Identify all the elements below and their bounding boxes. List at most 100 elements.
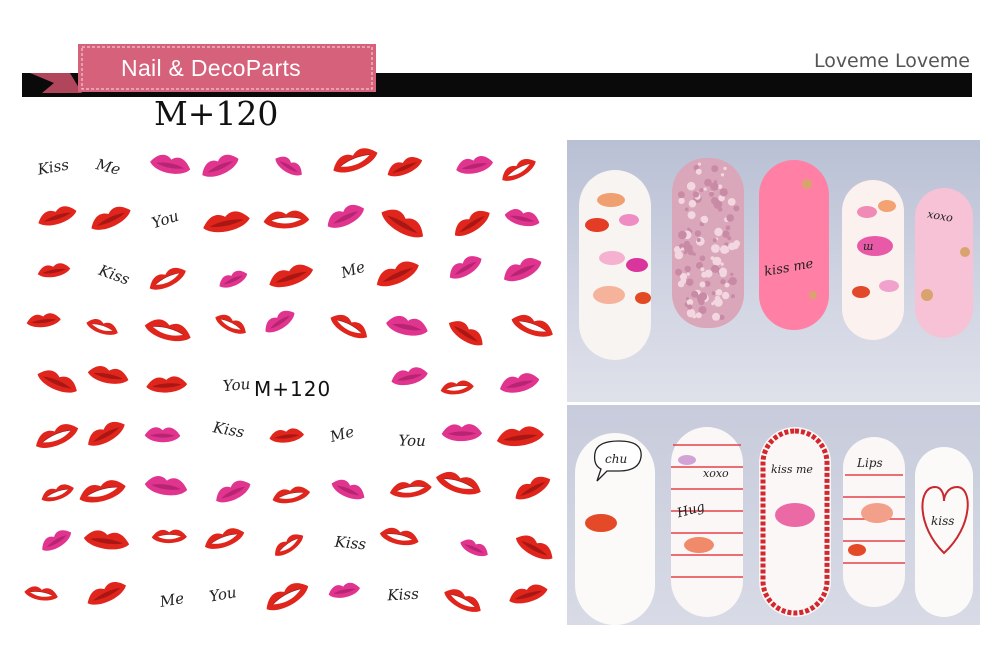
- lip-sticker-red: [36, 261, 72, 280]
- nail-heart: kiss: [915, 447, 973, 617]
- lip-sticker-teeth: [270, 529, 307, 561]
- lip-sticker-red: [372, 256, 423, 292]
- lip-sticker-pink: [143, 474, 189, 498]
- lip-sticker-teeth: [433, 467, 485, 500]
- lip-sticker-teeth: [508, 310, 555, 342]
- lip-sticker-red: [495, 424, 546, 449]
- nail-striped: xoxo Hug: [671, 427, 743, 617]
- sticker-sheet: Kiss Me You Kiss Me You Kiss Me You Kiss Me You Kiss…: [20, 140, 555, 624]
- nail-photo-top: kiss me ɯ xoxo: [567, 140, 980, 402]
- lip-sticker-teeth: [498, 154, 540, 186]
- script-word: Me: [158, 589, 186, 611]
- lip-sticker-pink: [198, 150, 242, 182]
- script-word: Kiss: [35, 155, 70, 178]
- nail-pink-kiss-me: kiss me: [759, 160, 829, 330]
- nail-chu: chu: [575, 433, 655, 625]
- lip-sticker-teeth: [201, 523, 248, 554]
- lip-sticker-teeth: [212, 310, 250, 339]
- script-word: Me: [93, 155, 122, 179]
- lip-sticker-pink: [384, 313, 430, 339]
- lip-sticker-teeth: [76, 476, 129, 508]
- lip-sticker-teeth: [151, 529, 188, 544]
- lip-sticker-teeth: [440, 584, 485, 618]
- script-word: Me: [338, 258, 368, 283]
- lip-sticker-teeth: [326, 309, 372, 344]
- lip-sticker-teeth: [270, 483, 312, 507]
- lip-sticker-pink: [503, 206, 542, 230]
- svg-text:ɯ: ɯ: [863, 240, 873, 253]
- lip-sticker-red: [83, 416, 129, 451]
- lip-sticker-pink: [500, 253, 545, 287]
- lip-sticker-pink: [144, 427, 181, 443]
- lip-sticker-red: [450, 205, 494, 242]
- lip-sticker-red: [145, 375, 188, 394]
- lip-sticker-pink: [148, 152, 193, 178]
- nail-glitter: [672, 158, 744, 328]
- nail-text-xoxo-2: xoxo: [703, 467, 729, 480]
- lip-sticker-pink: [441, 423, 483, 442]
- lip-sticker-teeth: [378, 525, 421, 549]
- lip-sticker-teeth: [31, 419, 82, 454]
- nail-white-lips-2: ɯ: [842, 180, 904, 340]
- nail-light-pink-xoxo: xoxo: [915, 188, 973, 338]
- script-word: Kiss: [333, 533, 367, 554]
- lip-sticker-red: [25, 311, 62, 330]
- lip-sticker-pink: [272, 152, 306, 180]
- lip-sticker-red: [511, 472, 554, 505]
- ribbon-label: Nail & DecoParts: [121, 55, 301, 81]
- lip-sticker-teeth: [145, 263, 190, 295]
- script-word: You: [398, 431, 426, 449]
- nail-lips-striped: Lips: [843, 437, 905, 607]
- lip-sticker-teeth: [261, 576, 313, 617]
- lip-sticker-pink: [458, 536, 491, 560]
- lip-sticker-red: [266, 260, 316, 293]
- lip-sticker-pink: [327, 580, 362, 601]
- lip-sticker-teeth: [142, 315, 194, 346]
- lip-sticker-red: [86, 363, 131, 387]
- lip-sticker-teeth: [84, 315, 121, 339]
- lip-sticker-red: [384, 153, 425, 181]
- nail-text-kiss-me-2: kiss me: [771, 463, 813, 476]
- lip-sticker-pink: [216, 267, 250, 292]
- lip-sticker-red: [82, 528, 131, 553]
- script-word: You: [208, 583, 238, 605]
- nail-rhinestone: kiss me: [759, 427, 831, 617]
- lip-sticker-red: [506, 581, 550, 608]
- lip-sticker-teeth: [439, 378, 475, 397]
- lip-sticker-red: [445, 315, 488, 351]
- lip-sticker-red: [201, 208, 252, 237]
- lip-sticker-red: [83, 577, 129, 610]
- lip-sticker-red: [34, 366, 81, 398]
- script-word: Kiss: [386, 585, 420, 605]
- lip-sticker-pink: [445, 251, 486, 284]
- lip-sticker-red: [512, 530, 555, 565]
- nail-white-lips: [579, 170, 651, 360]
- nail-text-lips: Lips: [856, 456, 883, 470]
- nail-text-kiss: kiss: [931, 514, 954, 528]
- lip-sticker-teeth: [38, 480, 77, 506]
- lip-sticker-teeth: [23, 584, 60, 604]
- product-code: M+120: [154, 94, 279, 133]
- lip-sticker-red: [268, 427, 305, 445]
- lip-sticker-teeth: [262, 209, 311, 230]
- lip-sticker-teeth: [388, 477, 434, 501]
- nail-text-chu: chu: [605, 452, 627, 466]
- lip-sticker-teeth: [329, 143, 381, 179]
- lip-sticker-red: [377, 203, 429, 244]
- lip-sticker-pink: [329, 475, 368, 504]
- lip-sticker-red: [35, 202, 79, 230]
- script-word: Kiss: [211, 418, 246, 441]
- script-word: You: [149, 207, 181, 233]
- lip-sticker-pink: [212, 476, 254, 508]
- lip-sticker-pink: [323, 200, 368, 234]
- lip-sticker-pink: [261, 306, 298, 337]
- brand-name: Loveme Loveme: [813, 50, 970, 72]
- lip-sticker-pink: [454, 153, 495, 177]
- lip-sticker-pink: [38, 525, 75, 556]
- sticker-code-label: M+120: [252, 377, 334, 401]
- lip-sticker-pink: [389, 364, 430, 389]
- lip-sticker-pink: [497, 370, 542, 397]
- nail-photo-bottom: chu xoxo Hug kiss me Lips kiss: [567, 405, 980, 625]
- lip-sticker-red: [87, 202, 134, 236]
- script-word: Me: [327, 422, 356, 446]
